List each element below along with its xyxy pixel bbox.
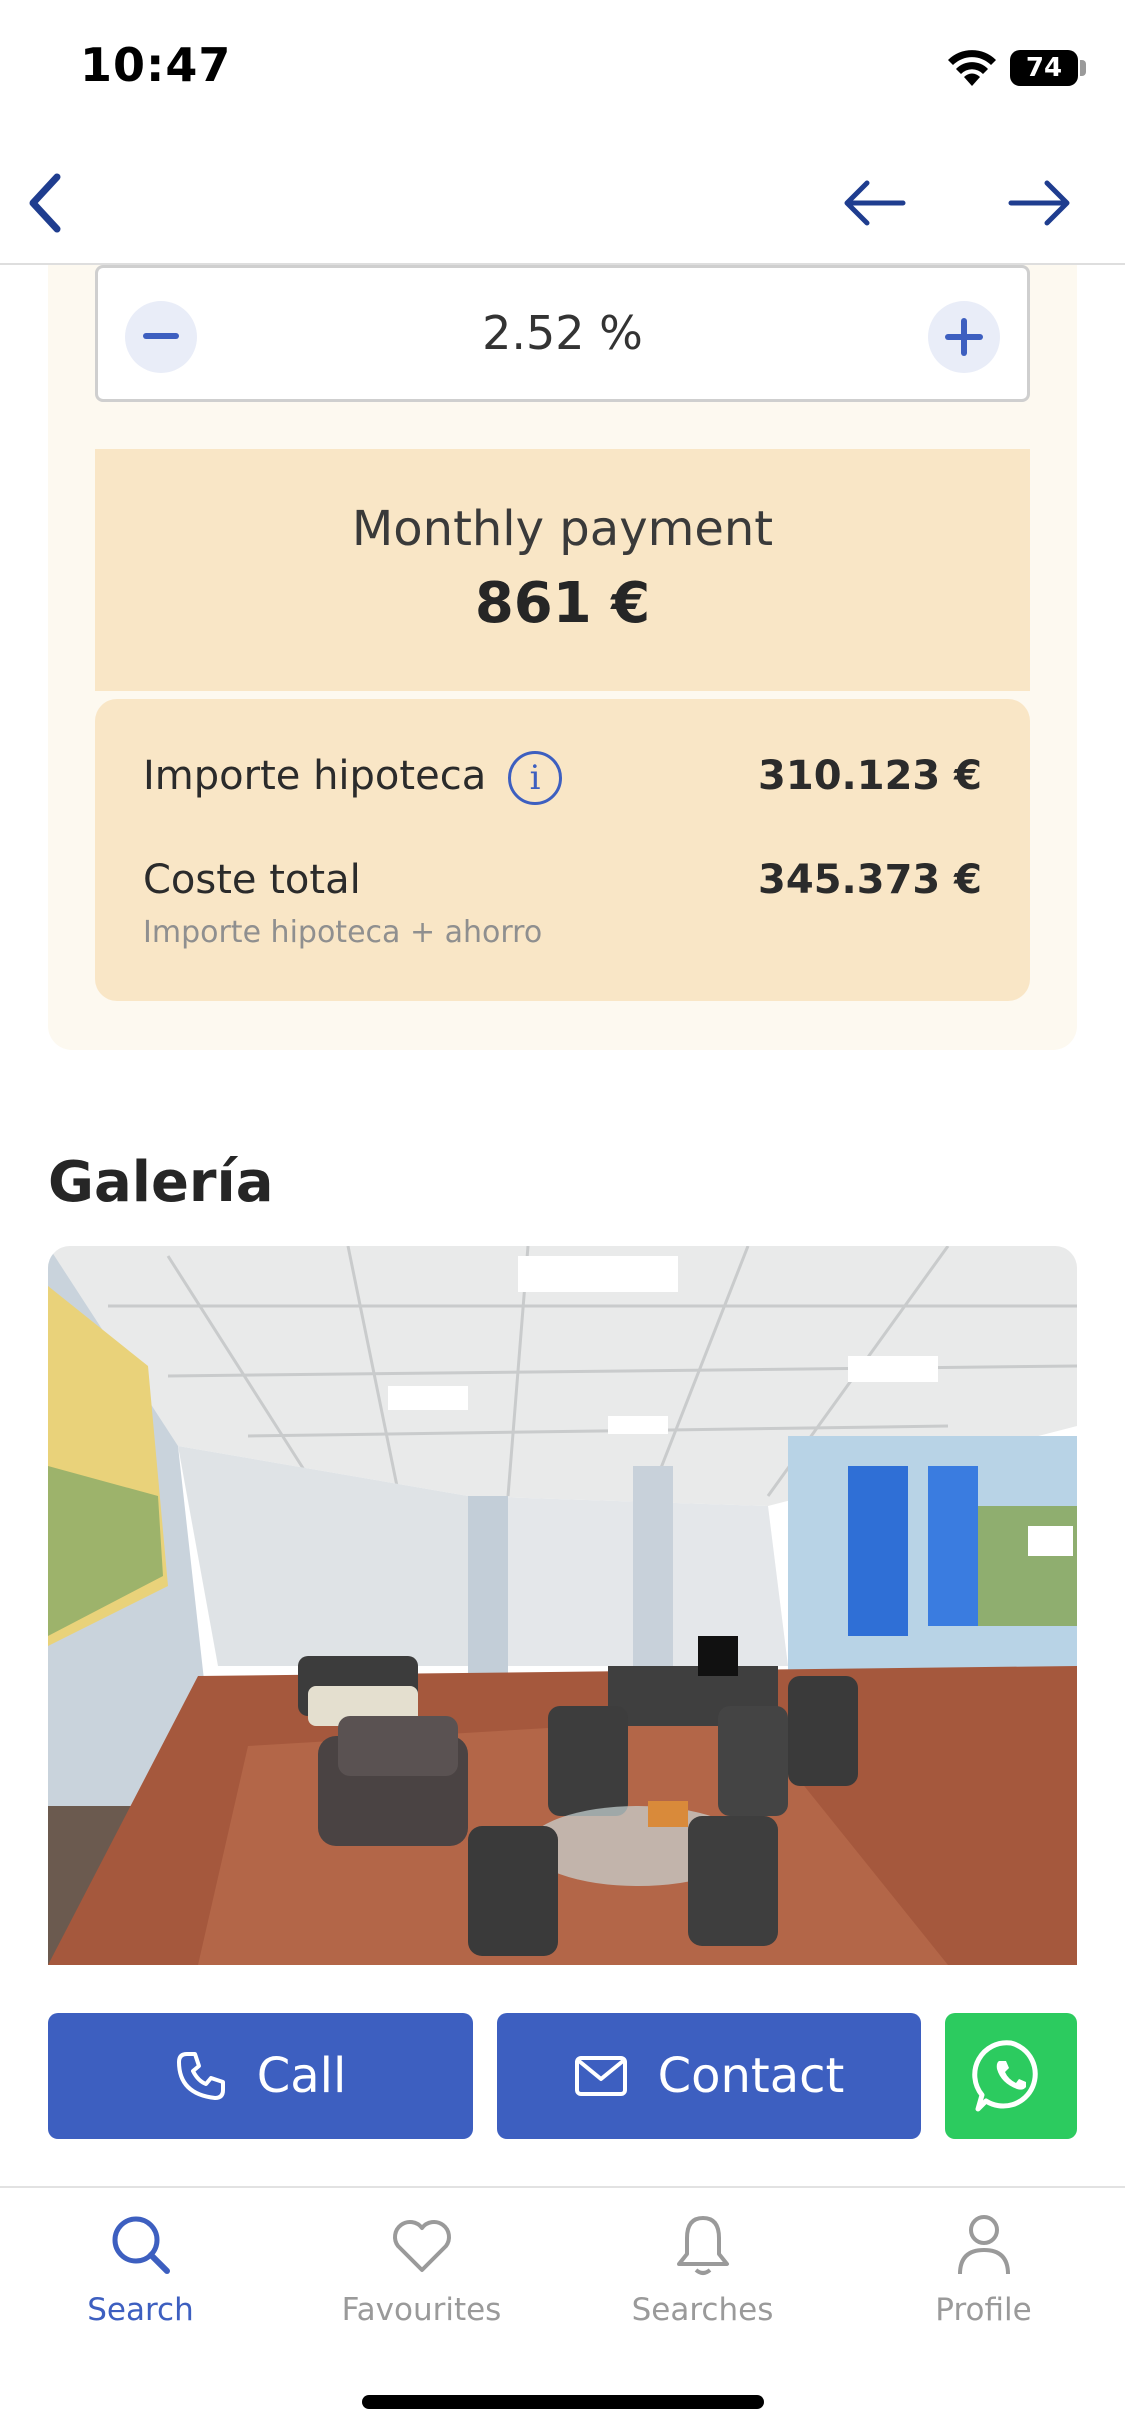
interest-rate-value[interactable]: 2.52 %	[98, 306, 1027, 360]
tab-profile-label: Profile	[935, 2292, 1032, 2328]
previous-listing-button[interactable]	[838, 168, 910, 238]
total-cost-note: Importe hipoteca + ahorro	[143, 915, 543, 950]
tab-profile[interactable]: Profile	[843, 2210, 1124, 2360]
battery-level: 74	[1025, 53, 1063, 83]
bell-icon	[668, 2210, 738, 2280]
arrow-right-icon	[1008, 180, 1070, 226]
navigation-bar	[0, 140, 1125, 265]
battery-icon: 74	[1010, 50, 1078, 86]
status-bar: 10:47 74	[0, 0, 1125, 140]
total-cost-label: Coste total	[143, 857, 361, 903]
heart-icon	[387, 2210, 457, 2280]
back-button[interactable]	[10, 168, 80, 238]
increase-rate-button[interactable]	[928, 301, 1000, 373]
wifi-icon	[948, 50, 996, 86]
home-indicator	[362, 2395, 764, 2409]
office-interior-photo	[48, 1246, 1077, 1965]
whatsapp-button[interactable]	[945, 2013, 1077, 2139]
mail-icon	[574, 2056, 627, 2096]
phone-icon	[176, 2052, 225, 2100]
total-cost-value: 345.373 €	[758, 857, 982, 903]
whatsapp-icon	[972, 2040, 1038, 2112]
search-icon	[106, 2210, 176, 2280]
interest-rate-stepper: 2.52 %	[95, 265, 1030, 402]
mortgage-amount-label: Importe hipoteca	[143, 753, 487, 799]
battery-cap	[1080, 60, 1086, 76]
contact-button[interactable]: Contact	[497, 2013, 921, 2139]
person-icon	[949, 2210, 1019, 2280]
contact-label: Contact	[657, 2048, 845, 2104]
tab-searches[interactable]: Searches	[562, 2210, 843, 2360]
call-button[interactable]: Call	[48, 2013, 473, 2139]
monthly-payment-label: Monthly payment	[351, 501, 774, 557]
plus-icon	[945, 318, 983, 356]
tab-search[interactable]: Search	[0, 2210, 281, 2360]
tab-searches-label: Searches	[631, 2292, 774, 2328]
mortgage-amount-value: 310.123 €	[758, 753, 982, 799]
next-listing-button[interactable]	[1004, 168, 1076, 238]
gallery-photo[interactable]	[48, 1246, 1077, 1965]
cost-breakdown-panel: Importe hipoteca i 310.123 € Coste total…	[95, 699, 1030, 1001]
tab-search-label: Search	[87, 2292, 194, 2328]
chevron-left-icon	[29, 173, 61, 233]
arrow-left-icon	[844, 180, 906, 226]
monthly-payment-panel: Monthly payment 861 €	[95, 449, 1030, 691]
tab-favourites-label: Favourites	[341, 2292, 502, 2328]
gallery-title: Galería	[48, 1150, 274, 1215]
tab-favourites[interactable]: Favourites	[281, 2210, 562, 2360]
monthly-payment-value: 861 €	[474, 571, 651, 636]
status-time: 10:47	[80, 38, 232, 92]
call-label: Call	[256, 2048, 347, 2104]
info-icon[interactable]: i	[508, 751, 562, 805]
